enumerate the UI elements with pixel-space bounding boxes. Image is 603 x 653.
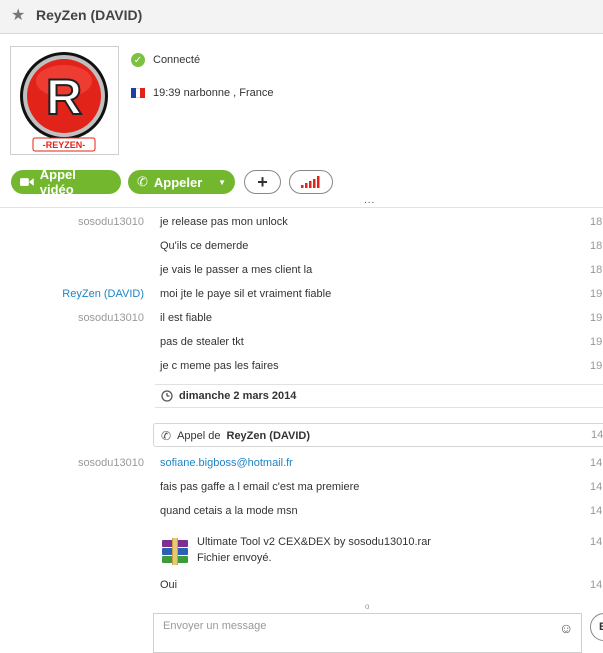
message-sender[interactable]: sosodu13010 xyxy=(78,457,144,469)
add-people-button[interactable]: + xyxy=(244,170,281,194)
title-bar: ★ ReyZen (DAVID) xyxy=(0,0,603,34)
message-text: moi jte le paye sil et vraiment fiable xyxy=(160,288,332,300)
message-input[interactable] xyxy=(161,619,545,633)
reyzen-logo: R -REYZEN- xyxy=(20,52,108,152)
call-quality-button[interactable] xyxy=(289,170,333,194)
message-row: pas de stealer tkt 19: xyxy=(0,331,603,355)
message-text: Oui xyxy=(160,579,178,591)
date-label: dimanche 2 mars 2014 xyxy=(179,390,297,402)
message-time: 19: xyxy=(590,336,603,348)
message-time: 14: xyxy=(590,579,603,591)
message-time: 18: xyxy=(590,240,603,252)
presence-status: ✓ Connecté xyxy=(131,53,200,67)
online-check-icon: ✓ xyxy=(131,53,145,67)
message-time: 14: xyxy=(590,505,603,517)
message-time: 14: xyxy=(590,481,603,493)
message-text: il est fiable xyxy=(160,312,212,324)
plus-icon: + xyxy=(257,171,268,192)
france-flag-icon xyxy=(131,88,146,98)
message-text: je vais le passer a mes client la xyxy=(160,264,313,276)
more-options-dots[interactable]: ... xyxy=(364,195,375,206)
message-sender[interactable]: sosodu13010 xyxy=(78,312,144,324)
file-transfer[interactable]: Ultimate Tool v2 CEX&DEX by sosodu13010.… xyxy=(160,535,603,569)
message-time: 14: xyxy=(590,457,603,469)
contact-title: ReyZen (DAVID) xyxy=(36,7,143,23)
message-text: Qu'ils ce demerde xyxy=(160,240,249,252)
message-text: je c meme pas les faires xyxy=(160,360,279,372)
message-composer[interactable]: ☺ xyxy=(153,613,582,653)
typing-indicator-dot: o xyxy=(365,602,370,611)
call-event-prefix: Appel de xyxy=(177,430,221,442)
send-button[interactable]: E xyxy=(590,613,603,641)
message-time: 18: xyxy=(590,264,603,276)
rar-archive-icon xyxy=(162,538,188,565)
phone-icon: ✆ xyxy=(161,429,172,443)
call-event-name: ReyZen (DAVID) xyxy=(226,430,311,442)
signal-bars-icon xyxy=(301,176,320,188)
message-row: ReyZen (DAVID) moi jte le paye sil et vr… xyxy=(0,283,603,307)
chevron-down-icon[interactable]: ▼ xyxy=(218,178,226,187)
send-label: E xyxy=(599,621,603,633)
message-time: 19: xyxy=(590,312,603,324)
message-row: Oui 14: xyxy=(0,574,603,598)
message-row: sosodu13010 il est fiable 19: xyxy=(0,307,603,331)
date-separator: dimanche 2 mars 2014 xyxy=(155,384,603,408)
message-time: 19: xyxy=(590,360,603,372)
video-call-label: Appel vidéo xyxy=(39,167,76,197)
divider xyxy=(0,207,603,208)
message-time: 18: xyxy=(590,216,603,228)
clock-icon xyxy=(161,390,173,402)
message-row: sosodu13010 sofiane.bigboss@hotmail.fr 1… xyxy=(0,452,603,476)
message-time: 19: xyxy=(590,288,603,300)
call-button[interactable]: ✆ Appeler ▼ xyxy=(128,170,235,194)
file-name[interactable]: Ultimate Tool v2 CEX&DEX by sosodu13010.… xyxy=(197,536,431,548)
svg-text:R: R xyxy=(46,69,82,125)
message-text: fais pas gaffe a l email c'est ma premie… xyxy=(160,481,360,493)
message-text: quand cetais a la mode msn xyxy=(160,505,298,517)
star-icon[interactable]: ★ xyxy=(11,5,25,25)
call-event-time: 14: xyxy=(591,429,603,441)
message-row: fais pas gaffe a l email c'est ma premie… xyxy=(0,476,603,500)
local-time-location: 19:39 narbonne , France xyxy=(153,87,274,99)
message-row: quand cetais a la mode msn 14: xyxy=(0,500,603,524)
message-sender[interactable]: sosodu13010 xyxy=(78,216,144,228)
video-call-button[interactable]: Appel vidéo xyxy=(11,167,121,197)
status-text: Connecté xyxy=(153,54,201,66)
file-time: 14: xyxy=(590,536,603,548)
contact-avatar[interactable]: R -REYZEN- xyxy=(10,46,119,155)
call-event[interactable]: ✆ Appel de ReyZen (DAVID) 14: xyxy=(153,423,603,447)
phone-icon: ✆ xyxy=(137,174,148,189)
video-camera-icon xyxy=(20,178,34,186)
message-text: pas de stealer tkt xyxy=(160,336,244,348)
emoticon-icon[interactable]: ☺ xyxy=(559,620,573,636)
message-row: sosodu13010 je release pas mon unlock 18… xyxy=(0,211,603,235)
message-row: Qu'ils ce demerde 18: xyxy=(0,235,603,259)
message-row: je vais le passer a mes client la 18: xyxy=(0,259,603,283)
file-status: Fichier envoyé. xyxy=(197,552,272,564)
message-row: je c meme pas les faires 19: xyxy=(0,355,603,379)
email-link[interactable]: sofiane.bigboss@hotmail.fr xyxy=(160,457,293,469)
location-row: 19:39 narbonne , France xyxy=(131,87,273,99)
message-sender[interactable]: ReyZen (DAVID) xyxy=(62,288,144,300)
call-label: Appeler xyxy=(153,174,203,190)
message-text: je release pas mon unlock xyxy=(160,216,288,228)
svg-text:-REYZEN-: -REYZEN- xyxy=(43,140,86,150)
